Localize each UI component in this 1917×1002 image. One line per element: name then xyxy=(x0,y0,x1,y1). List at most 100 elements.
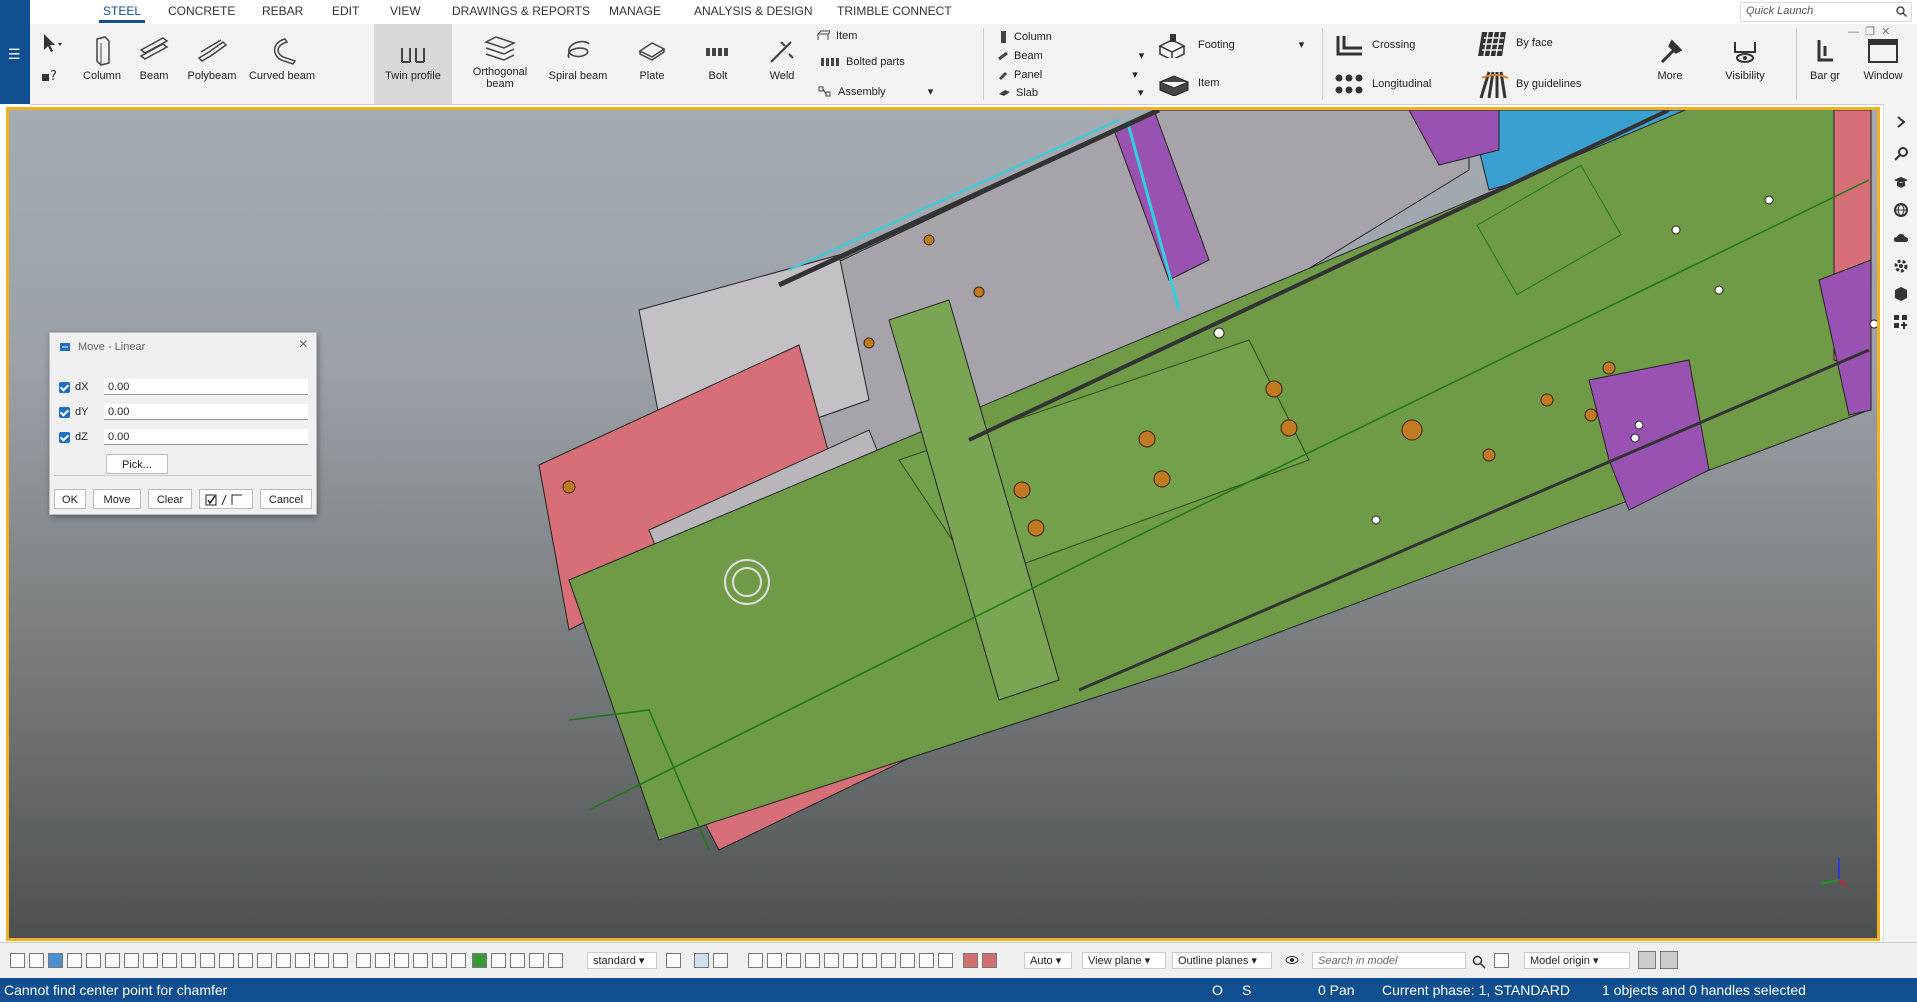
spiral-beam-button[interactable]: Spiral beam xyxy=(542,24,614,104)
orthogonal-beam-button[interactable]: Orthogonal beam xyxy=(460,24,540,104)
minimize-icon[interactable]: — xyxy=(1848,26,1859,38)
select-bolts-icon[interactable] xyxy=(86,953,101,968)
by-face-button[interactable]: By face xyxy=(1478,28,1553,58)
close-window-icon[interactable]: ✕ xyxy=(1881,26,1890,38)
chevron-down-icon[interactable]: ▾ xyxy=(928,86,934,98)
select-handle-icon[interactable] xyxy=(356,953,371,968)
auto-dropdown[interactable]: Auto ▾ xyxy=(1024,952,1072,969)
concrete-item-button[interactable]: Item xyxy=(1158,70,1219,97)
concrete-slab-button[interactable]: Slab ▾ xyxy=(998,86,1144,99)
snap-box-icon[interactable] xyxy=(748,953,763,968)
search-options-icon[interactable] xyxy=(1494,953,1509,968)
tab-trimble-connect[interactable]: TRIMBLE CONNECT xyxy=(837,4,952,18)
item-button[interactable]: Item xyxy=(816,30,857,42)
search-icon[interactable] xyxy=(1472,955,1486,969)
dz-checkbox[interactable] xyxy=(59,432,70,443)
snap-icon[interactable] xyxy=(451,953,466,968)
chevron-right-icon[interactable] xyxy=(1893,114,1909,130)
cube-icon[interactable] xyxy=(1893,286,1909,302)
select-cuts-icon[interactable] xyxy=(162,953,177,968)
bar-group-button[interactable]: Bar gr xyxy=(1802,24,1848,104)
snap-circle-icon[interactable] xyxy=(786,953,801,968)
tab-edit[interactable]: EDIT xyxy=(332,4,359,18)
bolted-parts-button[interactable]: Bolted parts xyxy=(820,56,905,68)
dx-field[interactable]: 0.00 xyxy=(104,379,308,395)
chevron-down-icon[interactable]: ▾ xyxy=(1139,50,1145,62)
weld-button[interactable]: Weld xyxy=(752,24,812,104)
globe-icon[interactable] xyxy=(1893,202,1909,218)
view-plane-dropdown[interactable]: View plane ▾ xyxy=(1082,952,1166,969)
longitudinal-button[interactable]: Longitudinal xyxy=(1334,72,1431,96)
gear-icon[interactable] xyxy=(1893,258,1909,274)
model-drawing[interactable] xyxy=(9,110,1877,938)
snap-red2-icon[interactable] xyxy=(982,953,997,968)
tab-analysis-design[interactable]: ANALYSIS & DESIGN xyxy=(694,4,812,18)
snap-green-icon[interactable] xyxy=(472,953,487,968)
snap-grid-icon[interactable] xyxy=(510,953,525,968)
curved-beam-button[interactable]: Curved beam xyxy=(246,24,318,104)
outline-planes-dropdown[interactable]: Outline planes ▾ xyxy=(1172,952,1272,969)
eye-icon[interactable] xyxy=(713,953,728,968)
snap-red-icon[interactable] xyxy=(963,953,978,968)
restore-icon[interactable]: ❐ xyxy=(1865,26,1875,38)
quick-launch-input[interactable]: Quick Launch xyxy=(1740,2,1912,22)
beam-button[interactable]: Beam xyxy=(130,24,178,104)
select-planes-icon[interactable] xyxy=(200,953,215,968)
concrete-panel-button[interactable]: Panel ▾ xyxy=(998,68,1138,81)
clipboard-icon[interactable] xyxy=(1660,951,1678,969)
ok-button[interactable]: OK xyxy=(54,489,86,509)
dy-checkbox[interactable] xyxy=(59,407,70,418)
select-reference-icon[interactable] xyxy=(276,953,291,968)
select-views-icon[interactable] xyxy=(219,953,234,968)
tab-drawings-reports[interactable]: DRAWINGS & REPORTS xyxy=(452,4,590,18)
snap-triangle-icon[interactable] xyxy=(805,953,820,968)
snap-free-icon[interactable] xyxy=(900,953,915,968)
snap-curve-icon[interactable] xyxy=(881,953,896,968)
crossing-button[interactable]: Crossing xyxy=(1334,32,1415,58)
clear-button[interactable]: Clear xyxy=(148,489,192,509)
properties-icon[interactable] xyxy=(1893,146,1909,162)
dz-field[interactable]: 0.00 xyxy=(104,429,308,445)
view-setting-dropdown[interactable]: standard ▾ xyxy=(587,952,657,969)
tab-view[interactable]: VIEW xyxy=(390,4,421,18)
select-surface-icon[interactable] xyxy=(257,953,272,968)
dy-field[interactable]: 0.00 xyxy=(104,404,308,420)
concrete-column-button[interactable]: Column xyxy=(998,30,1052,44)
select-tool-icon-2[interactable] xyxy=(432,953,447,968)
select-part-icon[interactable] xyxy=(29,953,44,968)
footing-button[interactable]: Footing ▾ xyxy=(1158,32,1305,61)
by-guidelines-button[interactable]: By guidelines xyxy=(1478,68,1581,100)
search-model-input[interactable]: Search in model xyxy=(1312,952,1466,969)
select-snap-icon[interactable] xyxy=(413,953,428,968)
select-rebar-icon[interactable] xyxy=(238,953,253,968)
column-button[interactable]: Column xyxy=(78,24,126,104)
select-assembly-icon[interactable] xyxy=(48,953,63,968)
tab-manage[interactable]: MANAGE xyxy=(609,4,661,18)
select-grid-icon[interactable] xyxy=(67,953,82,968)
select-tool-icon[interactable]: ? xyxy=(38,30,64,96)
pick-button[interactable]: Pick... xyxy=(106,454,168,474)
cloud-icon[interactable] xyxy=(1893,230,1909,246)
select-component-icon[interactable] xyxy=(124,953,139,968)
select-icon[interactable] xyxy=(10,953,25,968)
dx-checkbox[interactable] xyxy=(59,382,70,393)
add-icon[interactable] xyxy=(1638,951,1656,969)
more-button[interactable]: More xyxy=(1640,24,1700,104)
learning-icon[interactable] xyxy=(1893,174,1909,190)
model-viewport[interactable] xyxy=(6,107,1880,941)
chevron-down-icon[interactable]: ▾ xyxy=(1299,39,1305,51)
snap-square-icon[interactable] xyxy=(767,953,782,968)
select-points-icon[interactable] xyxy=(181,953,196,968)
tab-concrete[interactable]: CONCRETE xyxy=(168,4,235,18)
cancel-button[interactable]: Cancel xyxy=(260,489,312,509)
tab-steel[interactable]: STEEL xyxy=(98,4,146,23)
snap-mid-icon[interactable] xyxy=(529,953,544,968)
plate-button[interactable]: Plate xyxy=(622,24,682,104)
polybeam-button[interactable]: Polybeam xyxy=(182,24,242,104)
snap-arrow-icon[interactable] xyxy=(938,953,953,968)
checker-icon[interactable] xyxy=(666,953,681,968)
select-line-icon[interactable] xyxy=(394,953,409,968)
assembly-button[interactable]: Assembly ▾ xyxy=(818,85,933,98)
select-welds-icon[interactable] xyxy=(143,953,158,968)
select-pours-icon[interactable] xyxy=(314,953,329,968)
